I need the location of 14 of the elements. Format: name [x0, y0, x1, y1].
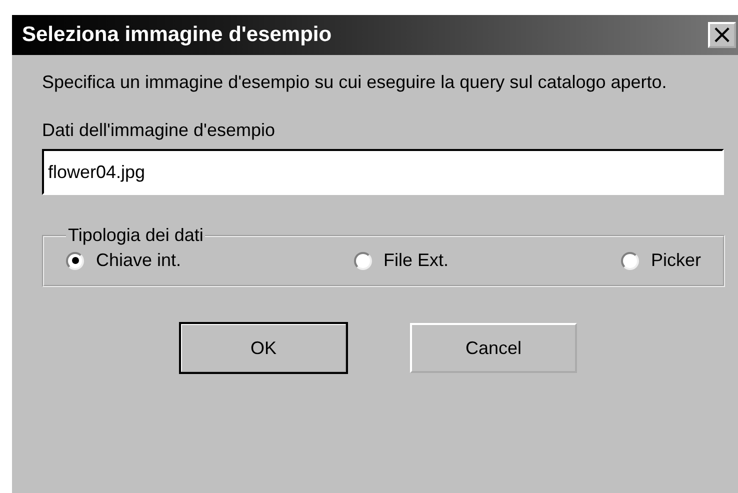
radio-button[interactable]	[620, 252, 639, 270]
radio-label: Picker	[650, 250, 701, 271]
group-title: Tipologia dei dati	[67, 225, 204, 246]
field-label: Dati dell'immagine d'esempio	[42, 120, 275, 141]
radio-button[interactable]	[354, 252, 372, 270]
radio-label: Chiave int.	[96, 250, 182, 271]
ok-button[interactable]: OK	[180, 323, 347, 373]
description-text: Specifica un immagine d'esempio su cui eseguire la query sul catalogo aperto.	[42, 71, 668, 94]
input-field[interactable]: flower04.jpg	[42, 149, 724, 195]
window-title: Seleziona immagine d'esempio	[22, 23, 332, 47]
radio-label: File Ext.	[384, 250, 449, 271]
radio-button[interactable]	[66, 252, 84, 270]
cancel-button[interactable]: Cancel	[410, 323, 577, 373]
close-button[interactable]: ×	[708, 22, 736, 48]
